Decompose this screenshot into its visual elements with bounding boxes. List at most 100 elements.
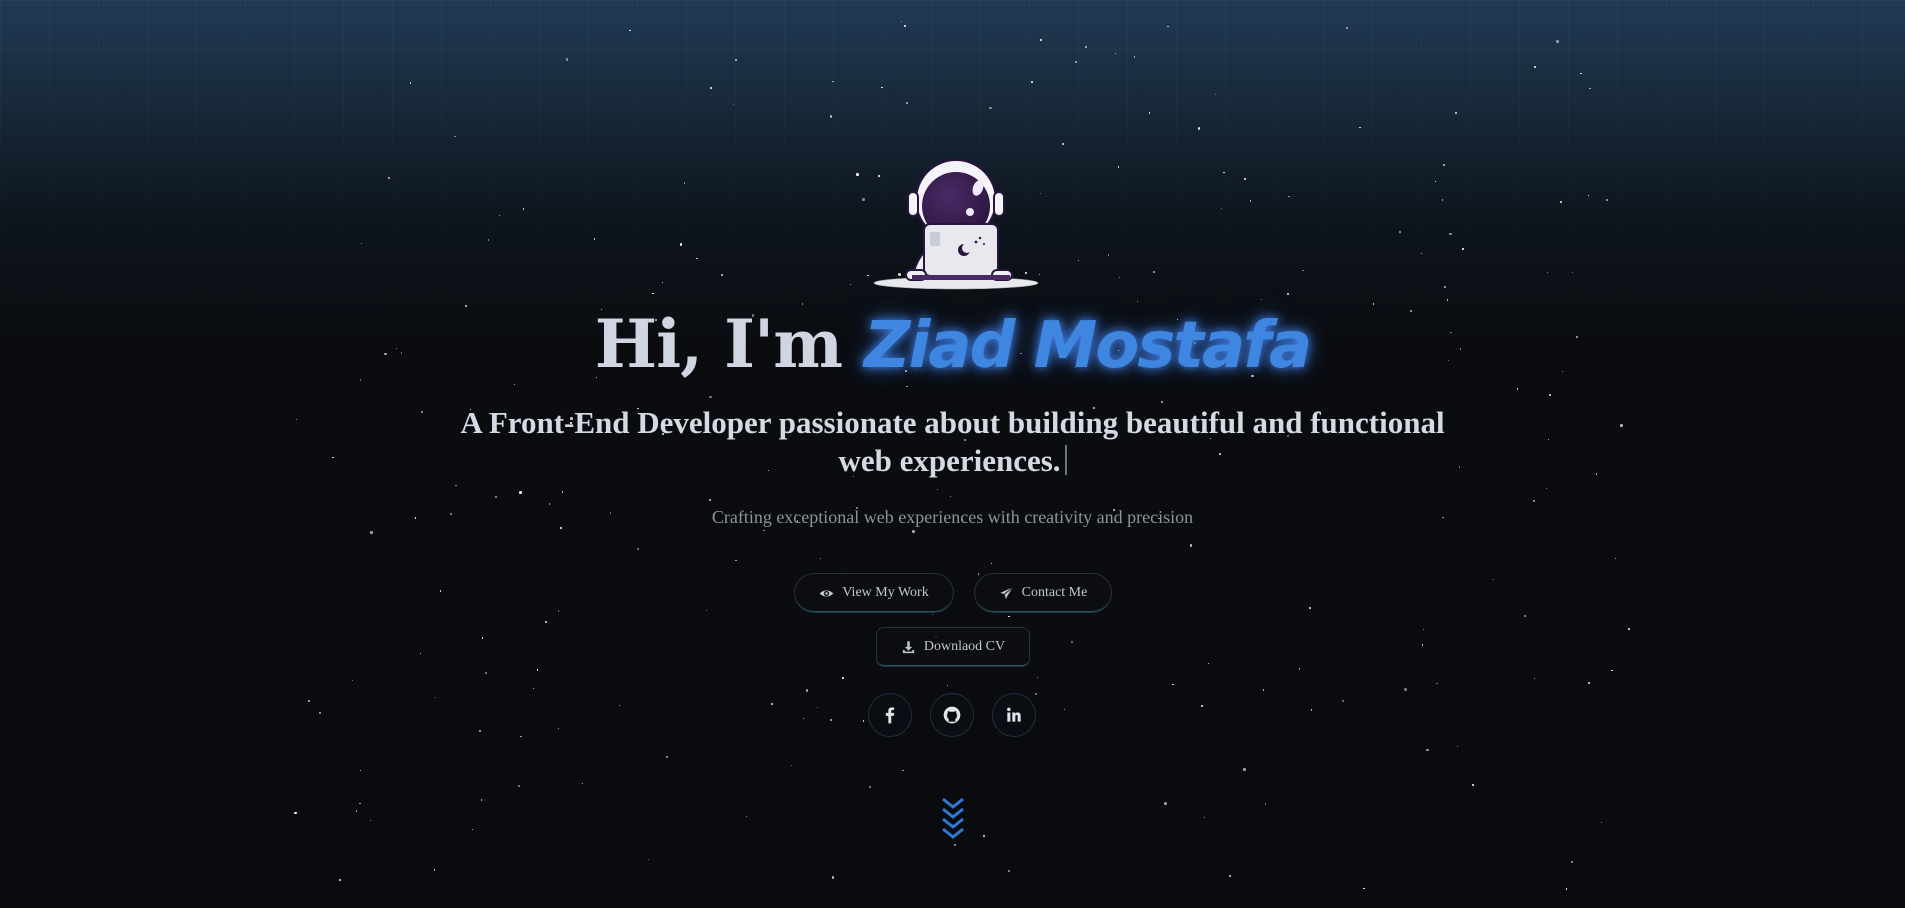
star (1201, 705, 1204, 708)
star (1533, 500, 1536, 503)
star (522, 207, 525, 210)
star (1441, 198, 1444, 201)
github-icon (943, 706, 961, 724)
star (1342, 700, 1345, 702)
star (1221, 208, 1223, 210)
star (903, 25, 906, 27)
star (1446, 299, 1449, 302)
star (548, 503, 551, 506)
star (651, 292, 654, 295)
star (1546, 271, 1549, 274)
star (647, 858, 649, 860)
paper-plane-icon (999, 586, 1013, 599)
star (359, 769, 362, 772)
star (494, 495, 497, 498)
star (856, 173, 859, 177)
star (518, 490, 522, 494)
star (721, 274, 723, 277)
star (1493, 578, 1495, 580)
linkedin-icon (1007, 707, 1021, 722)
star (832, 80, 834, 82)
download-icon (902, 640, 914, 653)
star (842, 677, 844, 680)
contact-label: Contact Me (1021, 585, 1088, 600)
star (1611, 670, 1613, 672)
star (1420, 252, 1422, 254)
star (420, 652, 422, 654)
star (1261, 298, 1263, 300)
star (829, 719, 832, 722)
star (1363, 888, 1365, 890)
star (1243, 768, 1247, 772)
greeting-text: Hi, I'm (594, 305, 843, 383)
star (581, 782, 584, 785)
star (1203, 817, 1206, 819)
star (679, 243, 683, 246)
star (369, 820, 371, 822)
chevrons-down-icon[interactable] (940, 796, 966, 846)
star (906, 385, 908, 387)
star (665, 755, 669, 759)
view-work-button[interactable]: View My Work (794, 573, 954, 613)
star (708, 395, 712, 399)
star (867, 275, 869, 277)
github-link[interactable] (930, 693, 974, 737)
star (1571, 860, 1574, 863)
star (557, 728, 559, 730)
star (1085, 45, 1087, 48)
star (561, 491, 563, 493)
star (763, 529, 765, 532)
star (1160, 401, 1163, 403)
star (1345, 27, 1348, 29)
star (532, 687, 534, 689)
star (990, 562, 993, 564)
star (902, 770, 904, 772)
contact-button[interactable]: Contact Me (974, 573, 1112, 613)
star (661, 281, 663, 284)
linkedin-link[interactable] (992, 693, 1036, 737)
star (479, 729, 481, 732)
star (978, 573, 980, 575)
star (1148, 112, 1150, 114)
star (1197, 127, 1201, 130)
star (1070, 640, 1073, 643)
star (593, 238, 596, 240)
star (905, 102, 908, 105)
star (1462, 247, 1464, 250)
hero-tagline: A Front-End Developer passionate about b… (440, 404, 1465, 480)
star (1436, 682, 1438, 684)
star (1244, 177, 1247, 180)
star (817, 706, 819, 708)
star (545, 620, 548, 623)
facebook-link[interactable] (868, 693, 912, 737)
star (912, 530, 916, 533)
star (989, 106, 992, 110)
star (420, 410, 423, 413)
hero-subtitle: Crafting exceptional web experiences wit… (711, 507, 1194, 527)
star (1164, 802, 1167, 805)
star (1588, 87, 1591, 90)
star (359, 802, 362, 805)
star (319, 712, 321, 715)
star (1036, 676, 1039, 678)
star (1524, 615, 1526, 617)
view-work-label: View My Work (842, 585, 929, 600)
star (1444, 285, 1447, 288)
star (351, 679, 353, 681)
download-cv-button[interactable]: Downlaod CV (876, 627, 1030, 667)
star (790, 765, 792, 767)
star (487, 238, 490, 241)
star (710, 87, 713, 90)
star (950, 495, 952, 498)
star (388, 177, 391, 180)
star (1039, 38, 1042, 41)
star (481, 637, 484, 639)
star (565, 57, 569, 61)
star (558, 610, 560, 612)
star (294, 811, 297, 815)
star (1600, 822, 1603, 824)
star (862, 197, 865, 201)
star (745, 816, 747, 818)
star (1229, 875, 1231, 877)
star (498, 215, 501, 217)
